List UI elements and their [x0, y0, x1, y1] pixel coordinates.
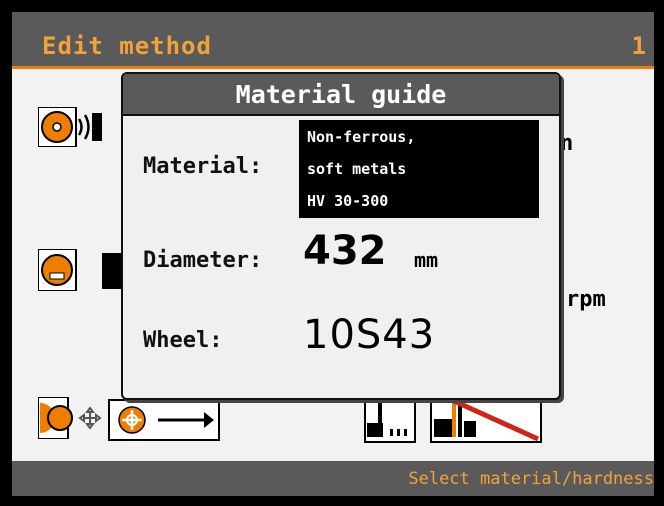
title-bar: Edit method 1	[12, 12, 654, 69]
page-title: Edit method	[42, 32, 212, 60]
screen: Edit method 1 n rpm Select material/hard…	[0, 0, 664, 506]
wheel-speed-icon[interactable]	[37, 248, 122, 295]
right-field-text-1: n	[560, 131, 574, 156]
dressing-cancel-icon[interactable]	[430, 395, 542, 447]
diameter-unit: mm	[414, 248, 439, 272]
status-bar: Select material/hardness	[12, 461, 654, 496]
material-selector[interactable]: Non-ferrous, soft metals HV 30-300	[299, 120, 539, 218]
wheel-position-icon[interactable]	[37, 396, 108, 443]
target-arrow-icon[interactable]	[108, 399, 220, 445]
right-field-unit: rpm	[566, 287, 606, 312]
material-guide-dialog: Material guide Material: Non-ferrous, so…	[121, 72, 561, 400]
grinding-wheel-icon[interactable]	[37, 106, 114, 151]
material-label: Material:	[143, 154, 263, 179]
material-line-2: soft metals	[307, 160, 407, 178]
dialog-header: Material guide	[123, 74, 559, 116]
diameter-label: Diameter:	[143, 248, 263, 273]
page-number: 1	[631, 32, 646, 60]
material-line-3: HV 30-300	[307, 192, 389, 210]
dialog-title: Material guide	[235, 80, 447, 109]
status-hint: Select material/hardness	[408, 469, 654, 489]
diameter-value: 432	[303, 228, 387, 274]
dressing-step-icon[interactable]	[364, 395, 416, 447]
wheel-label: Wheel:	[143, 328, 223, 353]
wheel-value: 10S43	[303, 312, 436, 358]
material-line-1: Non-ferrous,	[307, 128, 416, 146]
